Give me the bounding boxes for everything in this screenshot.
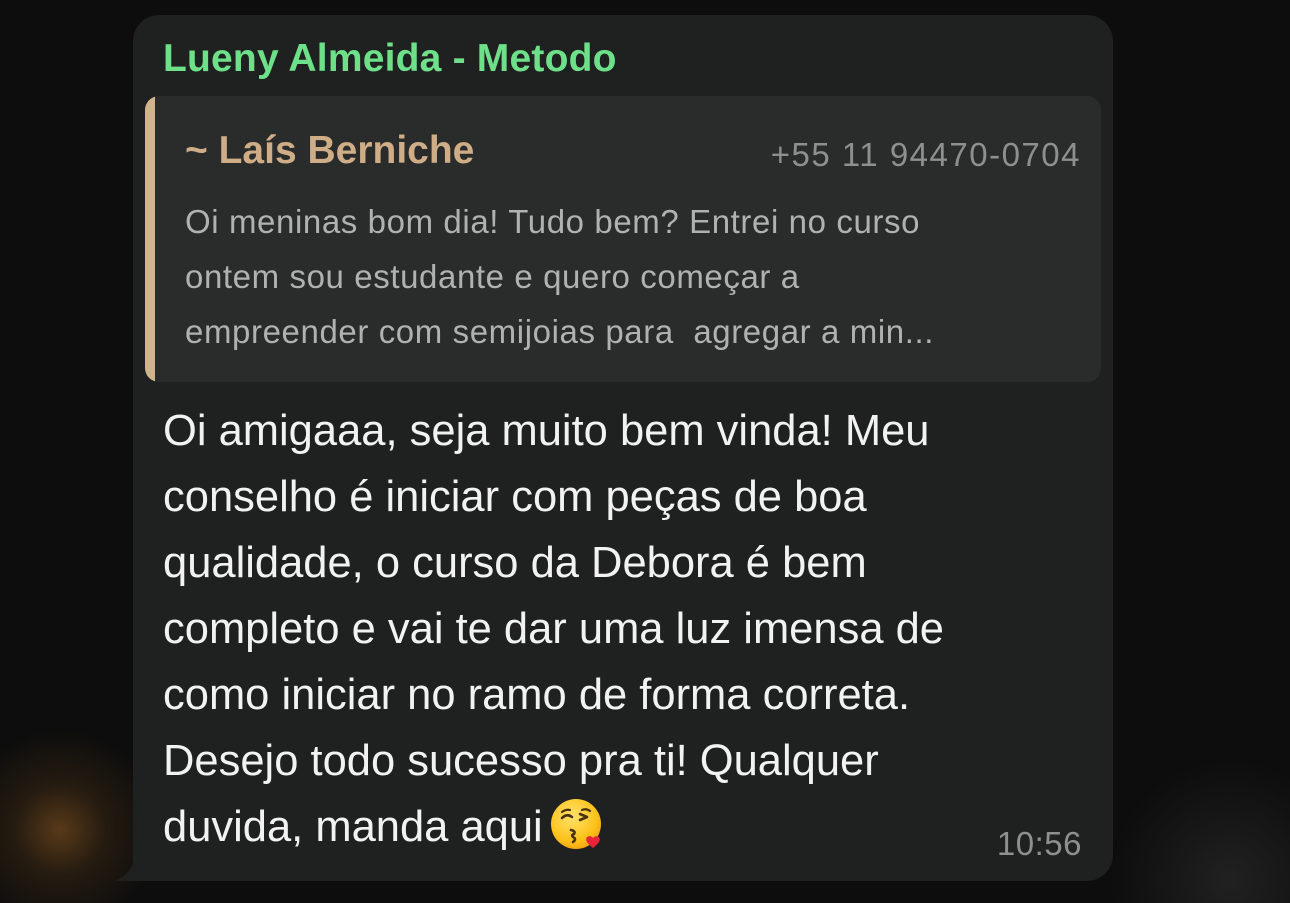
sender-name[interactable]: Lueny Almeida - Metodo: [163, 37, 617, 81]
message-line: como iniciar no ramo de forma correta.: [163, 671, 911, 719]
quoted-phone: +55 11 94470-0704: [770, 136, 1081, 173]
quoted-text-line: Oi meninas bom dia! Tudo bem? Entrei no …: [185, 203, 921, 240]
quoted-text: Oi meninas bom dia! Tudo bem? Entrei no …: [185, 194, 1085, 359]
quoted-author: ~ Laís Berniche: [185, 129, 475, 172]
quoted-message[interactable]: ~ Laís Berniche +55 11 94470-0704 Oi men…: [145, 96, 1101, 382]
kissing-face-with-heart-icon: [549, 796, 605, 852]
message-line: duvida, manda aqui: [163, 803, 543, 851]
message-line: conselho é iniciar com peças de boa: [163, 473, 867, 521]
quote-accent-bar: [145, 96, 155, 382]
message-text: Oi amigaaa, seja muito bem vinda! Meu co…: [163, 398, 1093, 860]
message-line: Oi amigaaa, seja muito bem vinda! Meu: [163, 407, 930, 455]
message-bubble[interactable]: Lueny Almeida - Metodo ~ Laís Berniche +…: [133, 15, 1113, 881]
message-timestamp: 10:56: [996, 825, 1082, 862]
message-line: qualidade, o curso da Debora é bem: [163, 539, 867, 587]
message-line: Desejo todo sucesso pra ti! Qualquer: [163, 737, 879, 785]
message-last-line: duvida, manda aqui: [163, 794, 1093, 860]
message-line: completo e vai te dar uma luz imensa de: [163, 605, 944, 653]
quoted-text-line: empreender com semijoias para agregar a …: [185, 313, 935, 350]
quoted-text-line: ontem sou estudante e quero começar a: [185, 258, 800, 295]
